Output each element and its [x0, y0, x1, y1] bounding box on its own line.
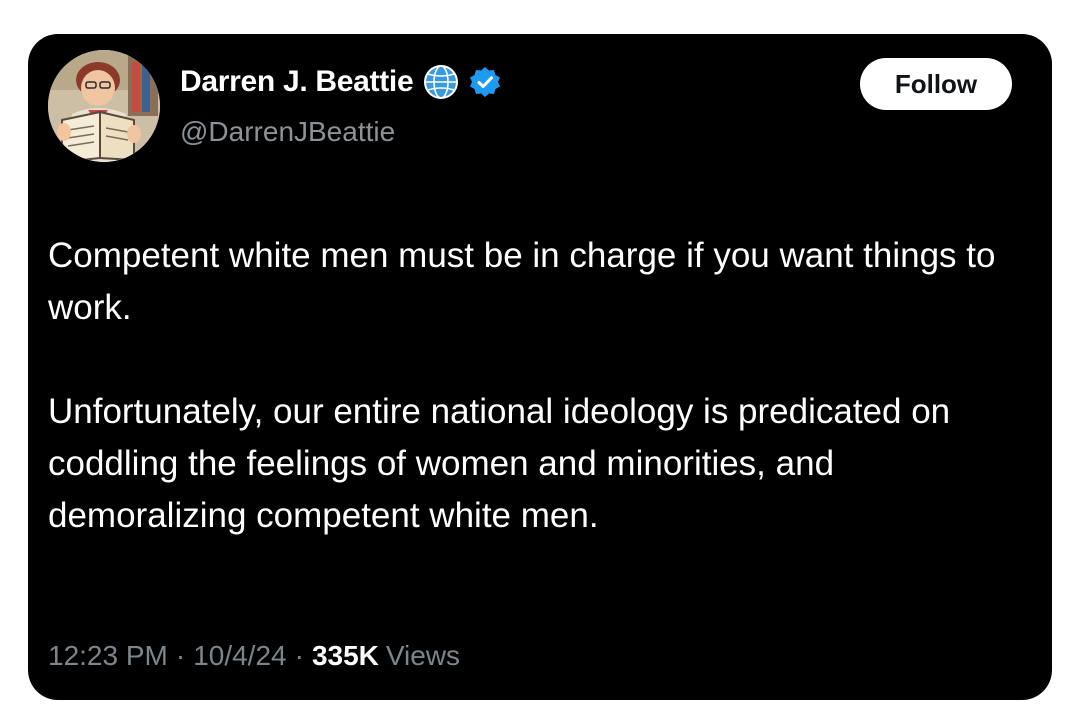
follow-button[interactable]: Follow — [860, 58, 1012, 110]
tweet-text: Competent white men must be in charge if… — [48, 230, 1028, 542]
tweet-card: Darren J. Beattie @DarrenJBeattie Follow… — [28, 34, 1052, 700]
tweet-meta: 12:23 PM · 10/4/24 · 335K Views — [48, 640, 460, 672]
meta-separator: · — [175, 640, 186, 671]
globe-badge-icon — [423, 64, 459, 100]
author-display-name[interactable]: Darren J. Beattie — [180, 65, 414, 99]
avatar-illustration — [48, 50, 160, 162]
views-label: Views — [385, 640, 461, 671]
author-handle[interactable]: @DarrenJBeattie — [180, 116, 395, 148]
author-avatar[interactable] — [48, 50, 160, 162]
author-name-row: Darren J. Beattie — [180, 64, 501, 100]
tweet-date[interactable]: 10/4/24 — [193, 640, 286, 672]
views-count[interactable]: 335K — [312, 640, 379, 672]
tweet-paragraph: Unfortunately, our entire national ideol… — [48, 392, 951, 535]
tweet-paragraph: Competent white men must be in charge if… — [48, 236, 996, 327]
meta-separator: · — [294, 640, 304, 671]
tweet-time[interactable]: 12:23 PM — [48, 640, 168, 672]
verified-badge-icon — [469, 66, 501, 98]
